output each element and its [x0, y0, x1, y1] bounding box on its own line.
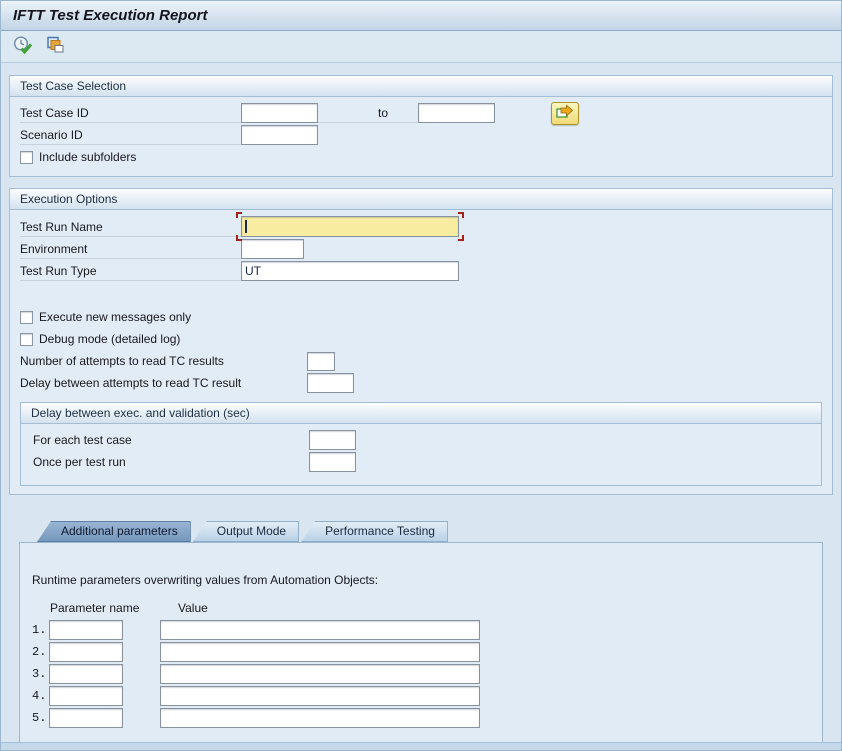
parameter-value-input-1[interactable] — [160, 620, 480, 640]
execute-button[interactable] — [10, 34, 36, 60]
copy-icon — [45, 35, 65, 58]
debug-mode-checkbox-row[interactable]: Debug mode (detailed log) — [20, 328, 822, 350]
test-case-id-label: Test Case ID — [20, 103, 241, 123]
tab-strip: Additional parameters Output Mode Perfor… — [19, 521, 823, 542]
include-subfolders-checkbox-row[interactable]: Include subfolders — [20, 146, 822, 168]
group-delay-validation: Delay between exec. and validation (sec)… — [20, 402, 822, 486]
row-number: 1. — [32, 623, 49, 637]
tab-additional-parameters[interactable]: Additional parameters — [37, 521, 191, 542]
title-bar: IFTT Test Execution Report — [1, 1, 841, 31]
delay-read-input[interactable] — [307, 373, 354, 393]
group-title-delay-validation: Delay between exec. and validation (sec) — [21, 403, 821, 424]
sap-window: IFTT Test Execution Report — [0, 0, 842, 751]
parameter-name-header: Parameter name — [50, 601, 178, 615]
parameter-row: 1. — [32, 619, 810, 641]
parameter-row: 3. — [32, 663, 810, 685]
group-test-case-selection: Test Case Selection Test Case ID to — [9, 75, 833, 177]
once-per-test-run-label: Once per test run — [33, 452, 309, 472]
to-label: to — [318, 103, 418, 123]
debug-mode-label: Debug mode (detailed log) — [39, 332, 180, 346]
test-case-id-from-input[interactable] — [241, 103, 318, 123]
environment-label: Environment — [20, 239, 241, 259]
row-number: 3. — [32, 667, 49, 681]
multiple-selection-arrow-icon — [556, 104, 574, 122]
scenario-id-input[interactable] — [241, 125, 318, 145]
attempts-read-input[interactable] — [307, 352, 335, 371]
group-title-execution-options: Execution Options — [10, 189, 832, 210]
focused-field-frame — [241, 216, 459, 237]
execute-icon — [12, 35, 34, 59]
parameter-name-input-2[interactable] — [49, 642, 123, 662]
delay-read-label: Delay between attempts to read TC result — [20, 373, 307, 393]
execute-new-messages-label: Execute new messages only — [39, 310, 191, 324]
attempts-read-label: Number of attempts to read TC results — [20, 351, 307, 371]
multiple-selection-button[interactable] — [551, 102, 579, 125]
include-subfolders-checkbox[interactable] — [20, 151, 33, 164]
scenario-id-label: Scenario ID — [20, 125, 241, 145]
group-title-test-case-selection: Test Case Selection — [10, 76, 832, 97]
text-cursor — [245, 220, 247, 233]
row-number: 2. — [32, 645, 49, 659]
parameter-row: 2. — [32, 641, 810, 663]
once-per-test-run-input[interactable] — [309, 452, 356, 472]
parameter-value-input-4[interactable] — [160, 686, 480, 706]
parameter-name-input-3[interactable] — [49, 664, 123, 684]
parameter-value-input-5[interactable] — [160, 708, 480, 728]
row-number: 5. — [32, 711, 49, 725]
tab-content-additional-parameters: Runtime parameters overwriting values fr… — [19, 542, 823, 751]
tab-output-mode[interactable]: Output Mode — [193, 521, 299, 542]
test-case-id-to-input[interactable] — [418, 103, 495, 123]
parameter-value-input-3[interactable] — [160, 664, 480, 684]
parameter-name-input-4[interactable] — [49, 686, 123, 706]
test-run-name-label: Test Run Name — [20, 217, 241, 237]
test-run-type-label: Test Run Type — [20, 261, 241, 281]
row-number: 4. — [32, 689, 49, 703]
application-toolbar — [1, 31, 841, 63]
page-title: IFTT Test Execution Report — [13, 7, 207, 24]
parameter-row: 4. — [32, 685, 810, 707]
execute-new-messages-checkbox-row[interactable]: Execute new messages only — [20, 306, 822, 328]
parameter-row: 5. — [32, 707, 810, 729]
parameter-name-input-1[interactable] — [49, 620, 123, 640]
include-subfolders-label: Include subfolders — [39, 150, 136, 164]
test-run-name-input[interactable] — [241, 216, 459, 237]
parameter-value-input-2[interactable] — [160, 642, 480, 662]
for-each-test-case-input[interactable] — [309, 430, 356, 450]
value-header: Value — [178, 601, 208, 615]
copy-button[interactable] — [42, 34, 68, 60]
parameter-name-input-5[interactable] — [49, 708, 123, 728]
debug-mode-checkbox[interactable] — [20, 333, 33, 346]
runtime-parameters-description: Runtime parameters overwriting values fr… — [32, 573, 810, 587]
window-bottom-edge — [1, 742, 841, 750]
group-execution-options: Execution Options Test Run Name Environm… — [9, 188, 833, 495]
test-run-type-input[interactable] — [241, 261, 459, 281]
tab-performance-testing[interactable]: Performance Testing — [301, 521, 448, 542]
environment-input[interactable] — [241, 239, 304, 259]
for-each-test-case-label: For each test case — [33, 430, 309, 450]
execute-new-messages-checkbox[interactable] — [20, 311, 33, 324]
